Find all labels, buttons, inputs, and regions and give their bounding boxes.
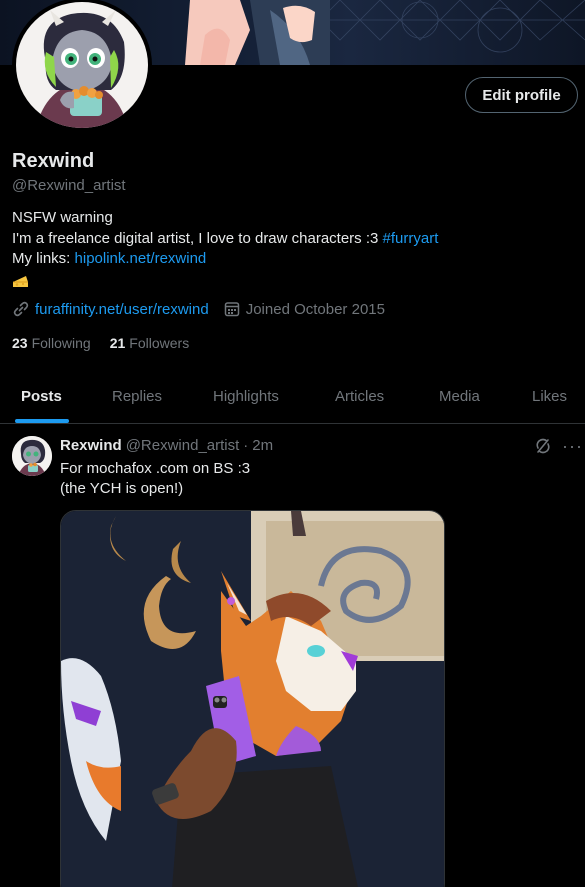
website-link[interactable]: furaffinity.net/user/rexwind [35, 301, 209, 318]
profile-meta: furaffinity.net/user/rexwind Joined Octo… [12, 300, 399, 318]
post-line-2: (the YCH is open!) [60, 480, 184, 497]
post-line-1: For mochafox .com on BS :3 [60, 460, 251, 477]
website-item: furaffinity.net/user/rexwind [12, 300, 209, 318]
tab-articles[interactable]: Articles [335, 370, 384, 423]
followers-count: 21 [109, 335, 126, 351]
followers-link[interactable]: 21 Followers [110, 335, 189, 351]
profile-name: Rexwind [12, 150, 95, 172]
tab-likes[interactable]: Likes [532, 370, 567, 423]
following-link[interactable]: 23 Following [12, 335, 91, 351]
followers-label: Followers [129, 335, 190, 351]
post-text: For mochafox .com on BS :3 (the YCH is o… [60, 459, 250, 499]
joined-date: Joined October 2015 [245, 300, 385, 318]
fox-artwork [61, 511, 444, 887]
profile-bio: NSFW warning I'm a freelance digital art… [12, 208, 572, 294]
bio-line-4 [12, 270, 572, 295]
post-media-image[interactable] [60, 510, 445, 887]
post-avatar[interactable] [12, 436, 52, 476]
joined-item: Joined October 2015 [223, 300, 385, 318]
tab-highlights[interactable]: Highlights [213, 370, 279, 423]
profile-tabs: Posts Replies Highlights Articles Media … [0, 370, 585, 424]
post-avatar-image [12, 436, 52, 476]
post-author-name[interactable]: Rexwind [60, 437, 122, 454]
post-separator: · [243, 437, 249, 454]
bio-links-label: My links: [12, 250, 75, 267]
more-icon[interactable]: ··· [562, 437, 583, 455]
post-author-handle[interactable]: @Rexwind_artist [126, 437, 240, 454]
post-actions: ··· [534, 437, 583, 455]
following-label: Following [31, 335, 91, 351]
hashtag-link[interactable]: #furryart [383, 230, 439, 247]
grok-icon[interactable] [534, 437, 552, 455]
avatar-image [16, 2, 148, 128]
tab-posts[interactable]: Posts [21, 370, 62, 423]
bio-text: I'm a freelance digital artist, I love t… [12, 229, 383, 247]
hipolink-link[interactable]: hipolink.net/rexwind [75, 250, 207, 267]
bio-line-1: NSFW warning [12, 209, 113, 226]
post-header: Rexwind @Rexwind_artist · 2m [60, 437, 273, 454]
tab-replies[interactable]: Replies [112, 370, 162, 423]
profile-stats: 23 Following 21 Followers [12, 335, 208, 351]
bio-line-3: My links: hipolink.net/rexwind [12, 249, 572, 270]
profile-avatar[interactable] [12, 0, 152, 132]
following-count: 23 [12, 335, 28, 351]
cheese-emoji-icon [13, 275, 28, 287]
bio-line-2: I'm a freelance digital artist, I love t… [12, 229, 572, 250]
calendar-icon [224, 302, 239, 317]
tab-media[interactable]: Media [439, 370, 480, 423]
profile-handle: @Rexwind_artist [12, 177, 126, 194]
edit-profile-button[interactable]: Edit profile [465, 77, 578, 113]
link-icon [13, 301, 29, 317]
post-time[interactable]: 2m [252, 437, 273, 454]
active-tab-indicator [15, 419, 69, 423]
